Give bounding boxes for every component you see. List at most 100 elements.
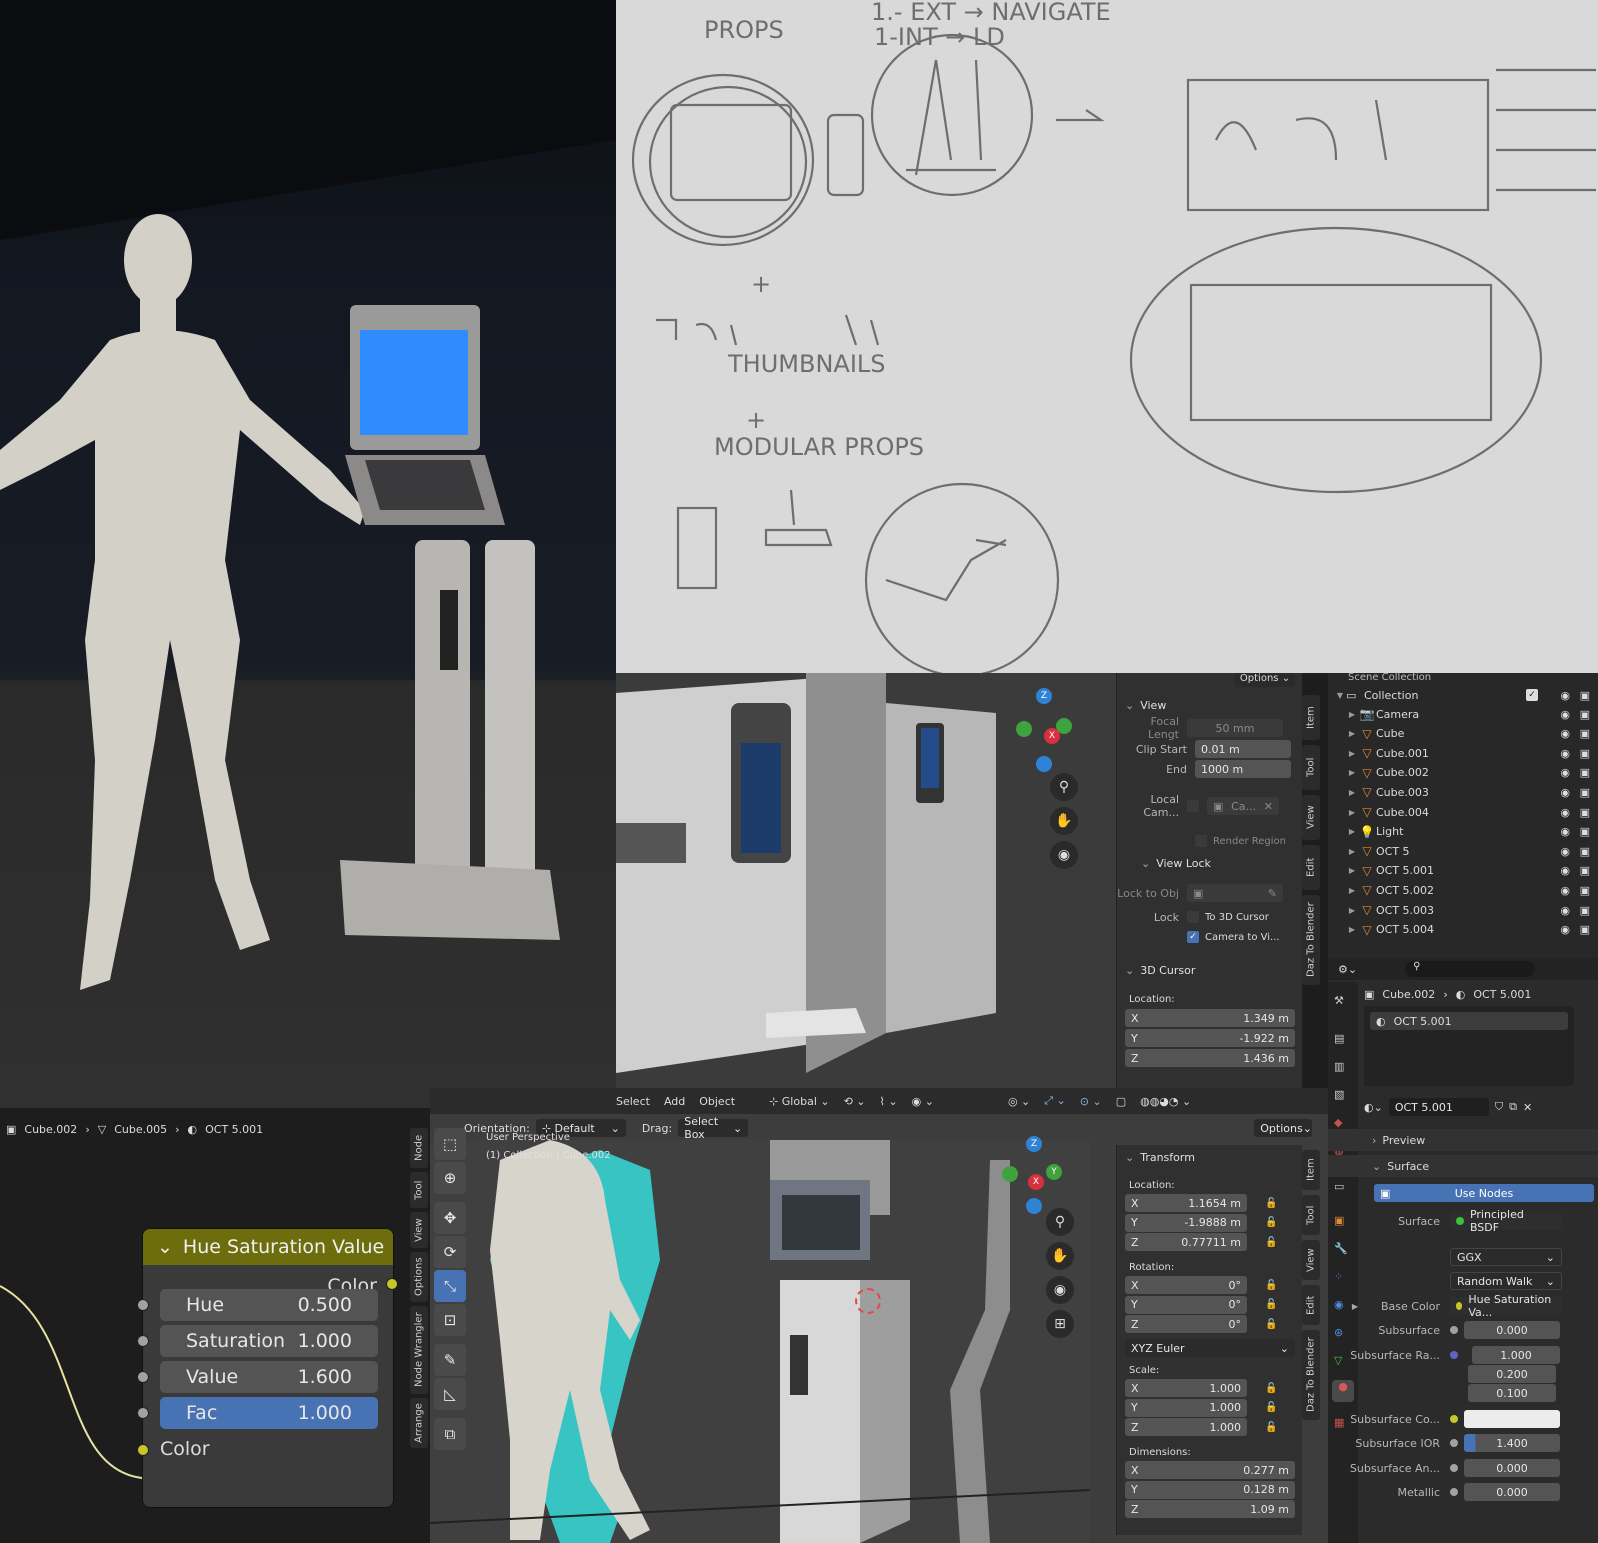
render-camera-icon[interactable]: ▣ [1580,806,1590,819]
tab-edit-top[interactable]: Edit [1302,845,1320,890]
tab-view-top[interactable]: View [1302,795,1320,840]
render-camera-icon[interactable]: ▣ [1580,904,1590,917]
scene-icon[interactable]: ◆ [1334,1116,1342,1129]
saturation-socket[interactable] [137,1335,149,1347]
tab-view[interactable]: View [1302,1240,1320,1280]
3d-cursor-header[interactable]: ⌄ 3D Cursor [1117,960,1302,980]
focal-field[interactable]: 50 mm [1187,719,1283,737]
render-camera-icon[interactable]: ▣ [1580,727,1590,740]
outliner-item[interactable]: ▶ ▽ Cube.002 ◉ ▣ [1328,763,1598,783]
visibility-icon[interactable]: ◎ ⌄ [1008,1095,1030,1108]
scale-field[interactable]: Z 1.000 [1125,1418,1247,1436]
expand-arrow-icon[interactable]: ▶ [1346,925,1358,934]
loc-field[interactable]: Z 0.77711 m [1125,1233,1247,1251]
menu-object[interactable]: Object [699,1095,735,1108]
eye-icon[interactable]: ◉ [1560,766,1570,779]
browse-material-icon[interactable]: ◐⌄ [1364,1101,1383,1114]
render-properties-icon[interactable]: ▤ [1334,1032,1344,1045]
eye-icon[interactable]: ◉ [1560,884,1570,897]
eyedropper-icon[interactable]: ✎ [1268,887,1277,900]
rot-field[interactable]: X 0° [1125,1276,1247,1294]
material-slots-list[interactable]: ◐ OCT 5.001 [1364,1006,1574,1086]
duplicate-material-icon[interactable]: ⧉ [1509,1100,1517,1114]
material-slot-row[interactable]: ◐ OCT 5.001 [1370,1012,1568,1030]
tab-tool[interactable]: Tool [1302,1195,1320,1235]
overlay-toggle-icon[interactable]: ⊙ ⌄ [1080,1095,1102,1108]
navigation-gizmo[interactable]: Z X [1016,688,1076,772]
eye-icon[interactable]: ◉ [1560,864,1570,877]
preview-panel-header[interactable]: › Preview [1328,1129,1598,1151]
render-camera-icon[interactable]: ▣ [1580,786,1590,799]
outliner-item[interactable]: ▶ ▽ Cube.004 ◉ ▣ [1328,802,1598,822]
eye-icon[interactable]: ◉ [1560,786,1570,799]
lock-icon[interactable]: 🔓 [1265,1217,1277,1228]
expand-arrow-icon[interactable]: ▶ [1346,749,1358,758]
zoom-icon[interactable]: ⚲ [1050,773,1078,801]
outliner-item[interactable]: ▶ 📷 Camera ◉ ▣ [1328,704,1598,724]
outliner-item[interactable]: ▶ 💡 Light ◉ ▣ [1328,822,1598,842]
snap-icon[interactable]: ⌇ ⌄ [880,1095,898,1108]
hue-socket[interactable] [137,1299,149,1311]
main-navigation-gizmo[interactable]: Z Y X [1002,1136,1070,1216]
rotation-mode-dropdown[interactable]: XYZ Euler ⌄ [1125,1339,1295,1357]
camera-to-view-checkbox[interactable]: ✓ [1187,931,1199,943]
expand-arrow-icon[interactable]: ▶ [1346,906,1358,915]
tab-edit[interactable]: Edit [1302,1285,1320,1325]
tab-daz-to-blender[interactable]: Daz To Blender [1302,1330,1320,1420]
lock-object-field[interactable]: ▣ ✎ [1187,884,1283,902]
color-input-socket[interactable] [137,1444,149,1456]
surface-shader-field[interactable]: Principled BSDF [1450,1208,1562,1234]
subsurface-ior-field[interactable]: 1.400 [1464,1434,1560,1452]
lock-icon[interactable]: 🔓 [1265,1198,1277,1209]
base-color-field[interactable]: Hue Saturation Va... [1450,1293,1562,1319]
move-tool-icon[interactable]: ✥ [434,1202,466,1234]
rot-field[interactable]: Z 0° [1125,1315,1247,1333]
expand-arrow-icon[interactable]: ▶ [1346,808,1358,817]
hue-field[interactable]: Hue 0.500 [160,1289,378,1321]
rot-field[interactable]: Y 0° [1125,1295,1247,1314]
subsurface-radius-x[interactable]: 1.000 [1472,1346,1560,1364]
material-name-field[interactable]: OCT 5.001 [1388,1098,1489,1116]
eye-icon[interactable]: ◉ [1560,747,1570,760]
shading-modes-icon[interactable]: ◍◍◕◔ ⌄ [1140,1095,1191,1108]
tab-tool-top[interactable]: Tool [1302,745,1320,790]
menu-select[interactable]: Select [616,1095,650,1108]
top-viewport[interactable]: Z X ⚲ ✋ ◉ [616,673,1116,1088]
eye-icon[interactable]: ◉ [1560,923,1570,936]
expand-arrow-icon[interactable]: ▶ [1346,788,1358,797]
outliner-item[interactable]: ▶ ▽ OCT 5.002 ◉ ▣ [1328,880,1598,900]
eye-icon[interactable]: ◉ [1560,845,1570,858]
pivot-icon[interactable]: ⟲ ⌄ [844,1095,866,1108]
expand-arrow-icon[interactable]: ▶ [1346,886,1358,895]
render-region-checkbox[interactable] [1195,835,1207,847]
cursor-y-field[interactable]: Y -1.922 m [1125,1029,1295,1047]
tool-settings-icon[interactable]: ⚒ [1334,994,1344,1007]
lock-icon[interactable]: 🔓 [1265,1383,1277,1394]
collection-checkbox[interactable]: ✓ [1526,689,1538,701]
loc-field[interactable]: Y -1.9888 m [1125,1213,1247,1232]
clip-end-field[interactable]: 1000 m [1195,760,1291,778]
fac-field[interactable]: Fac 1.000 [160,1397,378,1429]
render-camera-icon[interactable]: ▣ [1580,708,1590,721]
subsurface-field[interactable]: 0.000 [1464,1321,1560,1339]
value-field[interactable]: Value 1.600 [160,1361,378,1393]
transform-tool-icon[interactable]: ⊡ [434,1304,466,1336]
properties-search[interactable]: ⚲ [1405,961,1536,977]
editor-type-icon[interactable]: ⚙⌄ [1338,963,1357,976]
transform-panel-header[interactable]: ⌄ Transform [1117,1147,1302,1167]
loc-field[interactable]: X 1.1654 m [1125,1194,1247,1212]
subsurface-radius-z[interactable]: 0.100 [1468,1384,1556,1402]
dim-field[interactable]: X 0.277 m [1125,1461,1295,1479]
local-camera-field[interactable]: ▣ Ca... ✕ [1207,797,1279,815]
outliner-item[interactable]: ▶ ▽ OCT 5.004 ◉ ▣ [1328,920,1598,940]
lock-icon[interactable]: 🔓 [1265,1319,1277,1330]
outliner-item[interactable]: ▶ ▽ Cube.001 ◉ ▣ [1328,743,1598,763]
expand-arrow-icon[interactable]: ▶ [1346,768,1358,777]
main-camera-view-icon[interactable]: ◉ [1046,1276,1074,1304]
dim-field[interactable]: Y 0.128 m [1125,1480,1295,1499]
node-editor[interactable]: ▣ Cube.002 › ▽ Cube.005 › ◐ OCT 5.001 ⌄ Hue Sa… [0,1108,400,1543]
clip-start-field[interactable]: 0.01 m [1195,740,1291,758]
rotate-tool-icon[interactable]: ⟳ [434,1236,466,1268]
dim-field[interactable]: Z 1.09 m [1125,1500,1295,1518]
pan-hand-icon[interactable]: ✋ [1050,807,1078,835]
